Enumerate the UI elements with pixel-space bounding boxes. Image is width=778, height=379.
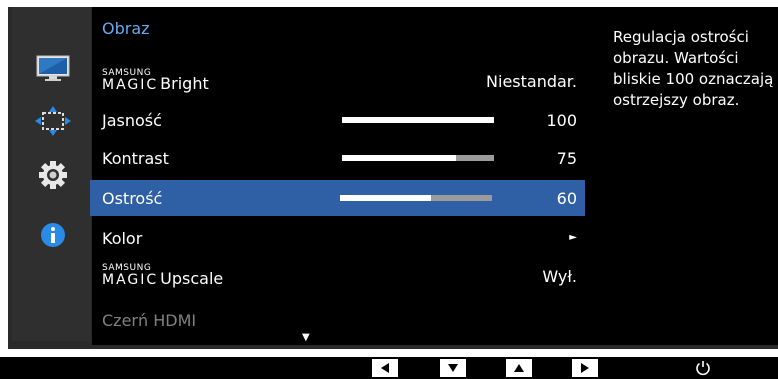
left-button[interactable] <box>372 359 398 377</box>
triangle-down-icon <box>448 364 458 372</box>
menu-item-value: Wył. <box>542 267 577 286</box>
level-bar-fill <box>340 195 432 201</box>
menu-item-ostrosc[interactable]: Ostrość 60 <box>90 180 585 216</box>
triangle-right-icon <box>581 363 589 373</box>
menu-item-jasnosc[interactable]: Jasność 100 <box>92 102 585 138</box>
menu-item-magic-bright[interactable]: SAMSUNG MAGIC Bright Niestandar. <box>92 63 585 99</box>
menu-item-czern-hdmi: Czerń HDMI <box>92 302 585 338</box>
submenu-arrow-icon: ► <box>569 232 577 243</box>
menu-item-value: 100 <box>546 111 577 130</box>
menu-item-kolor[interactable]: Kolor ► <box>92 220 585 256</box>
help-text: Regulacja ostrości obrazu. Wartości blis… <box>613 28 774 109</box>
menu-item-label: Kolor <box>102 229 143 248</box>
menu-item-label: Bright <box>160 74 209 93</box>
level-bar[interactable] <box>340 195 492 201</box>
menu-panel: Obraz SAMSUNG MAGIC Bright Niestandar. J… <box>90 7 597 345</box>
menu-item-value: Niestandar. <box>486 72 577 91</box>
info-icon[interactable] <box>35 220 71 250</box>
menu-item-label: Ostrość <box>102 189 163 208</box>
menu-item-label: Jasność <box>102 111 162 130</box>
power-button[interactable] <box>690 359 716 377</box>
power-icon <box>696 361 710 376</box>
monitor-icon[interactable] <box>35 53 71 83</box>
triangle-up-icon <box>514 364 524 372</box>
menu-item-magic-upscale[interactable]: SAMSUNG MAGIC Upscale Wył. <box>92 258 585 294</box>
scroll-down-icon[interactable]: ▼ <box>302 332 310 343</box>
samsung-magic-logo: SAMSUNG MAGIC <box>102 68 159 93</box>
down-button[interactable] <box>440 359 466 377</box>
menu-item-label: Kontrast <box>102 149 169 168</box>
gear-icon[interactable] <box>35 160 71 190</box>
level-bar[interactable] <box>342 117 494 123</box>
right-button[interactable] <box>572 359 598 377</box>
move-arrows-icon[interactable] <box>35 106 71 136</box>
up-button[interactable] <box>506 359 532 377</box>
sidebar <box>12 7 91 341</box>
menu-item-label: Czerń HDMI <box>102 311 197 330</box>
triangle-left-icon <box>381 363 389 373</box>
level-bar-fill <box>342 117 494 123</box>
menu-title: Obraz <box>102 19 150 38</box>
menu-item-value: 75 <box>556 149 577 168</box>
menu-item-kontrast[interactable]: Kontrast 75 <box>92 140 585 176</box>
help-panel: Regulacja ostrości obrazu. Wartości blis… <box>597 7 778 345</box>
level-bar-fill <box>342 155 456 161</box>
footer-bar <box>0 357 778 379</box>
menu-item-label: Upscale <box>160 269 224 288</box>
level-bar[interactable] <box>342 155 494 161</box>
menu-item-value: 60 <box>556 189 577 208</box>
samsung-magic-logo: SAMSUNG MAGIC <box>102 263 159 288</box>
